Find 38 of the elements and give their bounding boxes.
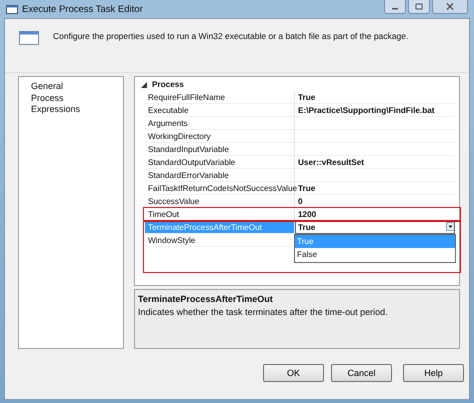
property-name[interactable]: Executable [145, 104, 295, 117]
property-name[interactable]: WindowStyle [145, 234, 295, 247]
minimize-button[interactable] [384, 0, 406, 14]
property-name[interactable]: Arguments [145, 117, 295, 130]
nav-item[interactable]: Expressions [19, 104, 123, 116]
header-description: Configure the properties used to run a Win32 executable or a batch file as part of the package. [53, 31, 408, 41]
description-text: Indicates whether the task terminates after the time-out period. [138, 307, 389, 317]
property-value: 0 [298, 196, 303, 207]
property-name[interactable]: FailTaskIfReturnCodeIsNotSuccessValue [145, 182, 295, 195]
property-value: 1200 [298, 209, 316, 220]
property-name[interactable]: WorkingDirectory [145, 130, 295, 143]
property-value: True [298, 222, 316, 233]
property-name[interactable]: StandardOutputVariable [145, 156, 295, 169]
window-icon [6, 4, 18, 14]
maximize-button[interactable] [408, 0, 430, 14]
property-value: True [298, 92, 316, 103]
dropdown-option[interactable]: False [295, 248, 455, 261]
property-name[interactable]: RequireFullFileName [145, 91, 295, 104]
window-title: Execute Process Task Editor [22, 4, 143, 14]
property-value: E:\Practice\Supporting\FindFile.bat [298, 105, 434, 116]
dialog-button[interactable]: OK [263, 364, 324, 382]
description-title: TerminateProcessAfterTimeOut [138, 294, 274, 304]
window-icon [19, 31, 39, 45]
collapse-icon[interactable] [141, 82, 147, 88]
dialog-button[interactable]: Cancel [331, 364, 392, 382]
property-name[interactable]: StandardErrorVariable [145, 169, 295, 182]
dialog-button[interactable]: Help [403, 364, 464, 382]
property-value: User::vResultSet [298, 157, 364, 168]
property-name[interactable]: SuccessValue [145, 195, 295, 208]
category-label: Process [152, 80, 184, 89]
property-value: True [298, 183, 316, 194]
close-icon [446, 3, 454, 10]
property-name[interactable]: TimeOut [145, 208, 295, 221]
close-button[interactable] [432, 0, 468, 14]
maximize-icon [415, 3, 423, 10]
nav-item[interactable]: Process [19, 92, 123, 104]
property-name[interactable]: StandardInputVariable [145, 143, 295, 156]
nav-item[interactable]: General [19, 81, 123, 92]
